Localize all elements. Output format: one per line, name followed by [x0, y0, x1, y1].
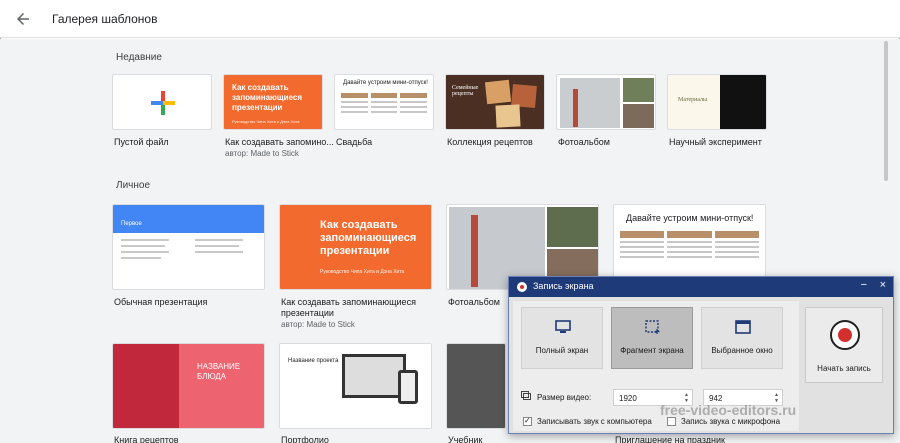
- section-title-personal: Личное: [116, 180, 151, 191]
- template-card-portfolio[interactable]: Название проекта: [279, 343, 432, 429]
- template-label: Фотоальбом: [558, 137, 610, 147]
- template-card-basic[interactable]: Первое: [112, 204, 265, 290]
- video-size-label: Размер видео:: [537, 393, 592, 402]
- top-bar: Галерея шаблонов: [0, 0, 900, 38]
- mode-region-button[interactable]: Фрагмент экрана: [611, 307, 693, 369]
- template-card-presentation-large[interactable]: Как создавать запоминающиеся презентации…: [279, 204, 432, 290]
- template-card-presentation[interactable]: Как создавать запоминающиеся презентации…: [223, 74, 323, 130]
- record-icon: [517, 282, 527, 292]
- photo: [623, 104, 654, 128]
- mode-window-button[interactable]: Выбранное окно: [701, 307, 783, 369]
- photo: [471, 215, 478, 287]
- plus-icon: [151, 91, 175, 115]
- minimize-button[interactable]: −: [861, 279, 867, 291]
- photo: [573, 89, 578, 127]
- scrollbar[interactable]: [884, 41, 888, 181]
- template-label: Приглашение на праздник: [615, 435, 725, 443]
- start-recording-label: Начать запись: [817, 364, 871, 373]
- start-recording-button[interactable]: Начать запись: [805, 307, 883, 383]
- template-label: Научный эксперимент: [669, 137, 762, 147]
- thumb-title: Материалы: [678, 97, 708, 103]
- template-card-textbook[interactable]: [446, 343, 506, 429]
- template-card-recipes[interactable]: Семейные рецепты: [445, 74, 545, 130]
- template-label: Учебник: [448, 435, 483, 443]
- mode-label: Фрагмент экрана: [620, 346, 684, 355]
- region-select-icon: [645, 320, 660, 334]
- audio-mic-checkbox[interactable]: [667, 417, 676, 426]
- thumb-title: Семейные рецепты: [452, 85, 479, 97]
- close-button[interactable]: ×: [880, 279, 886, 291]
- template-card-recipe-book[interactable]: НАЗВАНИЕ БЛЮДА: [112, 343, 265, 429]
- template-label: Пустой файл: [114, 137, 169, 147]
- phone-illustration: [398, 370, 418, 404]
- template-author: автор: Made to Stick: [225, 149, 299, 158]
- section-title-recent: Недавние: [116, 52, 162, 63]
- template-label: Как создавать запомино...: [225, 137, 334, 147]
- video-width-value: 1920: [619, 394, 637, 403]
- photo: [547, 207, 598, 247]
- video-size-icon: [521, 391, 531, 400]
- thumb-title: Название проекта: [288, 358, 339, 364]
- photo: [113, 344, 179, 428]
- photo: [623, 78, 654, 102]
- template-label: Свадьба: [336, 137, 373, 147]
- record-icon: [830, 320, 860, 350]
- back-arrow-icon[interactable]: [14, 10, 32, 28]
- template-label-line2: презентации: [281, 308, 334, 318]
- dialog-title: Запись экрана: [533, 281, 594, 291]
- template-label: Портфолио: [281, 435, 329, 443]
- thumb-title: НАЗВАНИЕ БЛЮДА: [197, 362, 241, 381]
- thumb-subtitle: Руководство Чипа Хита и Дэна Хита: [320, 269, 405, 275]
- template-label: Обычная презентация: [114, 297, 208, 307]
- photo: [560, 78, 620, 128]
- page-title: Галерея шаблонов: [52, 12, 158, 26]
- window-icon: [735, 320, 751, 334]
- thumb-title: Как создавать запоминающиеся презентации: [320, 219, 417, 257]
- mode-full-screen-button[interactable]: Полный экран: [521, 307, 603, 369]
- template-card-photoalbum[interactable]: [556, 74, 656, 130]
- thumb-subtitle: Руководство Чипа Хита и Дэна Хита: [232, 119, 300, 124]
- template-author: автор: Made to Stick: [281, 320, 355, 329]
- template-label: Книга рецептов: [114, 435, 179, 443]
- dark-panel: [720, 75, 766, 129]
- mode-label: Полный экран: [535, 346, 589, 355]
- template-card-blank[interactable]: [112, 74, 212, 130]
- template-label: Как создавать запоминающиеся: [281, 297, 416, 307]
- photo: [495, 104, 521, 128]
- title-band: [113, 205, 264, 233]
- audio-mic-label: Запись звука с микрофона: [681, 417, 781, 426]
- monitor-icon: [555, 320, 571, 333]
- template-label: Фотоальбом: [448, 297, 500, 307]
- template-card-science[interactable]: Материалы: [667, 74, 767, 130]
- audio-computer-checkbox[interactable]: [523, 416, 532, 426]
- color-panel: [179, 344, 264, 428]
- photo: [484, 79, 512, 105]
- laptop-illustration: [342, 354, 406, 398]
- mode-label: Выбранное окно: [711, 346, 773, 355]
- thumb-title: Давайте устроим мини-отпуск!: [626, 213, 754, 223]
- template-card-wedding[interactable]: Давайте устроим мини-отпуск!: [334, 74, 434, 130]
- audio-computer-label: Записывать звук с компьютера: [537, 417, 652, 426]
- thumb-title: Как создавать запоминающиеся презентации: [232, 83, 303, 112]
- thumb-title: Первое: [121, 221, 142, 227]
- template-label: Коллекция рецептов: [447, 137, 533, 147]
- watermark: free-video-editors.ru: [660, 402, 797, 418]
- thumb-title: Давайте устроим мини-отпуск!: [343, 80, 428, 86]
- dialog-titlebar: Запись экрана − ×: [509, 277, 893, 297]
